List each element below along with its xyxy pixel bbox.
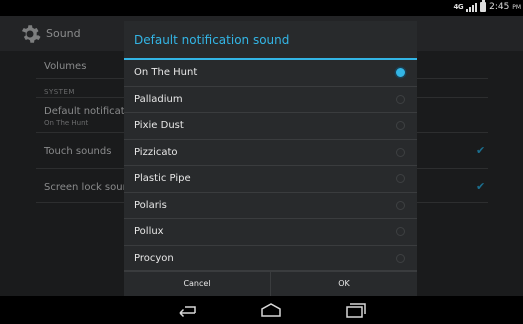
status-icons: 4G 2:45 PM	[453, 0, 521, 12]
ringtone-option-pixie-dust[interactable]: Pixie Dust	[124, 113, 417, 140]
ringtone-option-pollux[interactable]: Pollux	[124, 219, 417, 246]
recents-icon[interactable]	[345, 302, 367, 318]
radio-button[interactable]	[396, 147, 405, 157]
navigation-bar	[0, 296, 523, 324]
screen-lock-sound-setting[interactable]: Screen lock sound	[44, 182, 135, 193]
home-icon[interactable]	[260, 302, 282, 318]
ringtone-label: Pizzicato	[134, 146, 178, 158]
radio-button[interactable]	[396, 174, 405, 183]
ringtone-label: Plastic Pipe	[134, 173, 191, 184]
volumes-setting[interactable]: Volumes	[44, 61, 86, 72]
radio-button[interactable]	[396, 200, 405, 210]
ringtone-list: On The Hunt Palladium Pixie Dust Pizzica…	[124, 60, 417, 272]
ringtone-option-on-the-hunt[interactable]: On The Hunt	[124, 60, 417, 87]
touch-sounds-checkbox[interactable]: ✔	[476, 145, 488, 157]
battery-icon	[480, 0, 487, 12]
back-icon[interactable]	[176, 302, 198, 318]
ringtone-label: On The Hunt	[134, 67, 198, 78]
ringtone-label: Palladium	[134, 93, 183, 105]
default-notification-summary: On The Hunt	[44, 119, 89, 127]
status-time: 2:45 PM	[489, 2, 521, 12]
status-bar: 4G 2:45 PM	[0, 0, 523, 16]
radio-button-selected[interactable]	[396, 68, 405, 77]
radio-button[interactable]	[396, 94, 405, 104]
radio-button[interactable]	[396, 121, 405, 130]
action-bar-title: Sound	[46, 27, 81, 40]
ringtone-option-polaris[interactable]: Polaris	[124, 193, 417, 219]
radio-button[interactable]	[396, 253, 405, 263]
network-type-label: 4G	[453, 2, 464, 11]
ringtone-option-palladium[interactable]: Palladium	[124, 87, 417, 113]
ringtone-label: Polaris	[134, 199, 167, 211]
system-section-header: SYSTEM	[44, 88, 75, 96]
ringtone-label: Procyon	[134, 252, 174, 264]
cancel-button[interactable]: Cancel	[124, 271, 271, 296]
clock-time: 2:45	[489, 2, 510, 12]
dialog-title-bar: Default notification sound	[124, 21, 417, 58]
ringtone-option-plastic-pipe[interactable]: Plastic Pipe	[124, 166, 417, 193]
notification-sound-dialog: Default notification sound On The Hunt P…	[124, 21, 417, 296]
ringtone-label: Pollux	[134, 226, 164, 237]
clock-ampm: PM	[512, 4, 521, 11]
ringtone-option-procyon[interactable]: Procyon	[124, 246, 417, 272]
ringtone-option-pizzicato[interactable]: Pizzicato	[124, 140, 417, 166]
ok-button[interactable]: OK	[271, 271, 417, 296]
dialog-title: Default notification sound	[134, 33, 290, 47]
signal-icon	[466, 2, 478, 12]
screen-lock-sound-checkbox[interactable]: ✔	[476, 181, 488, 193]
touch-sounds-setting[interactable]: Touch sounds	[44, 146, 111, 157]
settings-gear-icon[interactable]	[18, 22, 42, 46]
radio-button[interactable]	[396, 227, 405, 236]
dialog-button-bar: Cancel OK	[124, 270, 417, 296]
ringtone-label: Pixie Dust	[134, 120, 184, 131]
